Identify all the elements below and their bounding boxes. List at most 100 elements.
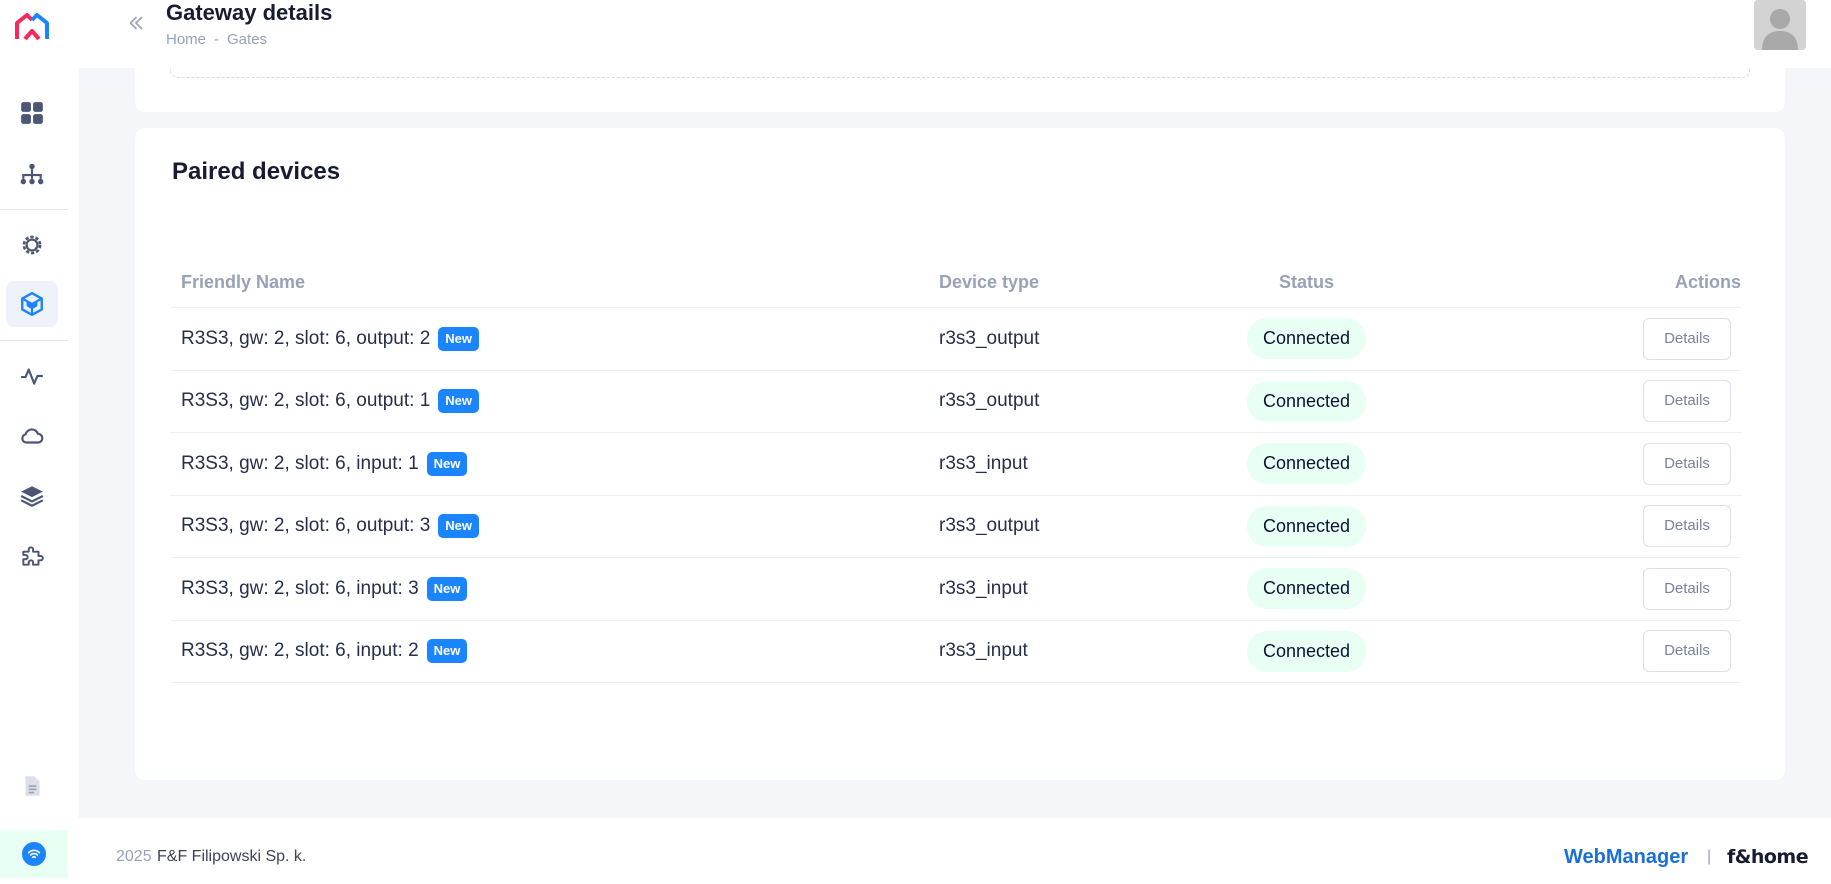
device-type: r3s3_output bbox=[939, 390, 1040, 412]
sidebar-item-activity[interactable] bbox=[6, 353, 58, 399]
status-badge: Connected bbox=[1246, 318, 1367, 360]
sidebar-item-dashboard[interactable] bbox=[6, 90, 58, 136]
table-row: R3S3, gw: 2, slot: 6, output: 2 New r3s3_o… bbox=[171, 308, 1741, 371]
layers-icon bbox=[20, 486, 44, 507]
device-type: r3s3_output bbox=[939, 515, 1040, 537]
dashboard-icon bbox=[21, 102, 43, 124]
device-name: R3S3, gw: 2, slot: 6, output: 3 bbox=[181, 515, 431, 537]
footer-company[interactable]: F&F Filipowski Sp. k. bbox=[157, 848, 306, 866]
breadcrumb: Home - Gates bbox=[166, 31, 267, 48]
breadcrumb-home[interactable]: Home bbox=[166, 31, 206, 48]
settings-icon bbox=[22, 235, 42, 255]
sidebar-item-docs[interactable] bbox=[6, 763, 58, 809]
status-cell: Connected bbox=[1184, 318, 1429, 360]
device-type: r3s3_input bbox=[939, 577, 1028, 599]
status-cell: Connected bbox=[1184, 505, 1429, 547]
actions-cell: Details bbox=[1429, 567, 1741, 610]
details-button[interactable]: Details bbox=[1643, 505, 1731, 548]
document-icon bbox=[25, 776, 40, 796]
puzzle-icon bbox=[22, 546, 44, 566]
column-status[interactable]: Status bbox=[1184, 272, 1429, 293]
card-title: Paired devices bbox=[172, 158, 341, 185]
device-name-cell: R3S3, gw: 2, slot: 6, input: 3 New bbox=[171, 576, 939, 601]
actions-cell: Details bbox=[1429, 505, 1741, 548]
sidebar-item-cloud[interactable] bbox=[6, 413, 58, 459]
new-badge: New bbox=[426, 451, 468, 476]
details-button[interactable]: Details bbox=[1643, 567, 1731, 610]
actions-cell: Details bbox=[1429, 442, 1741, 485]
gateway-info-card bbox=[135, 68, 1785, 112]
actions-cell: Details bbox=[1429, 317, 1741, 360]
breadcrumb-gates[interactable]: Gates bbox=[227, 31, 267, 48]
column-device-type[interactable]: Device type bbox=[939, 272, 1184, 293]
footer: 2025 F&F Filipowski Sp. k. WebManager | … bbox=[79, 818, 1831, 884]
device-type: r3s3_output bbox=[939, 327, 1040, 349]
table-row: R3S3, gw: 2, slot: 6, output: 3 New r3s3_o… bbox=[171, 496, 1741, 558]
status-cell: Connected bbox=[1184, 443, 1429, 485]
cloud-icon bbox=[21, 428, 44, 444]
device-type: r3s3_input bbox=[939, 452, 1028, 474]
status-badge: Connected bbox=[1246, 568, 1367, 610]
column-actions: Actions bbox=[1674, 272, 1741, 292]
new-badge: New bbox=[426, 576, 468, 601]
device-name-cell: R3S3, gw: 2, slot: 6, input: 2 New bbox=[171, 639, 939, 664]
sidebar bbox=[0, 0, 79, 884]
details-button[interactable]: Details bbox=[1643, 317, 1731, 360]
page-header: Gateway details Home - Gates bbox=[79, 0, 1831, 68]
page-title: Gateway details bbox=[166, 0, 333, 25]
status-badge: Connected bbox=[1246, 443, 1367, 485]
sidebar-item-network[interactable] bbox=[6, 151, 58, 197]
device-type: r3s3_input bbox=[939, 640, 1028, 662]
activity-icon bbox=[21, 368, 43, 385]
footer-brand-logo: f&home bbox=[1727, 846, 1809, 868]
column-friendly-name[interactable]: Friendly Name bbox=[171, 272, 939, 293]
wifi-icon bbox=[22, 842, 46, 866]
details-button[interactable]: Details bbox=[1643, 630, 1731, 673]
device-name-cell: R3S3, gw: 2, slot: 6, output: 1 New bbox=[171, 389, 939, 414]
status-badge: Connected bbox=[1246, 505, 1367, 547]
new-badge: New bbox=[438, 389, 479, 414]
footer-year: 2025 bbox=[116, 848, 152, 865]
actions-cell: Details bbox=[1429, 630, 1741, 673]
device-name: R3S3, gw: 2, slot: 6, input: 1 bbox=[181, 452, 419, 474]
table-header: Friendly Name Device type Status Actions bbox=[171, 258, 1741, 308]
device-name: R3S3, gw: 2, slot: 6, input: 3 bbox=[181, 577, 419, 599]
new-badge: New bbox=[438, 326, 479, 351]
paired-devices-card: Paired devices Friendly Name Device type… bbox=[135, 128, 1785, 780]
breadcrumb-separator: - bbox=[214, 31, 220, 48]
cube-icon bbox=[21, 291, 43, 317]
table-row: R3S3, gw: 2, slot: 6, input: 3 New r3s3_in… bbox=[171, 558, 1741, 621]
devices-table: Friendly Name Device type Status Actions… bbox=[171, 258, 1741, 683]
status-cell: Connected bbox=[1184, 630, 1429, 672]
details-button[interactable]: Details bbox=[1643, 380, 1731, 423]
footer-separator: | bbox=[1707, 848, 1712, 865]
dashed-dropzone bbox=[170, 68, 1750, 78]
table-row: R3S3, gw: 2, slot: 6, input: 2 New r3s3_in… bbox=[171, 621, 1741, 683]
app-logo[interactable] bbox=[15, 11, 49, 41]
footer-app-name: WebManager bbox=[1564, 846, 1689, 868]
sidebar-item-plugins[interactable] bbox=[6, 533, 58, 579]
new-badge: New bbox=[426, 639, 468, 664]
status-badge: Connected bbox=[1246, 380, 1367, 422]
device-name: R3S3, gw: 2, slot: 6, output: 1 bbox=[181, 390, 431, 412]
new-badge: New bbox=[438, 514, 479, 539]
status-badge: Connected bbox=[1246, 630, 1367, 672]
sidebar-item-connection[interactable] bbox=[0, 830, 68, 878]
status-cell: Connected bbox=[1184, 568, 1429, 610]
sidebar-item-devices[interactable] bbox=[6, 281, 58, 327]
sidebar-item-layers[interactable] bbox=[6, 473, 58, 519]
actions-cell: Details bbox=[1429, 380, 1741, 423]
collapse-sidebar-icon[interactable] bbox=[125, 12, 151, 38]
device-name-cell: R3S3, gw: 2, slot: 6, input: 1 New bbox=[171, 451, 939, 476]
details-button[interactable]: Details bbox=[1643, 442, 1731, 485]
device-name-cell: R3S3, gw: 2, slot: 6, output: 3 New bbox=[171, 514, 939, 539]
avatar[interactable] bbox=[1754, 0, 1806, 50]
table-row: R3S3, gw: 2, slot: 6, input: 1 New r3s3_in… bbox=[171, 433, 1741, 496]
device-name-cell: R3S3, gw: 2, slot: 6, output: 2 New bbox=[171, 326, 939, 351]
device-name: R3S3, gw: 2, slot: 6, output: 2 bbox=[181, 327, 431, 349]
network-icon bbox=[20, 163, 44, 185]
sidebar-item-settings[interactable] bbox=[6, 222, 58, 268]
status-cell: Connected bbox=[1184, 380, 1429, 422]
table-row: R3S3, gw: 2, slot: 6, output: 1 New r3s3_o… bbox=[171, 371, 1741, 433]
device-name: R3S3, gw: 2, slot: 6, input: 2 bbox=[181, 640, 419, 662]
